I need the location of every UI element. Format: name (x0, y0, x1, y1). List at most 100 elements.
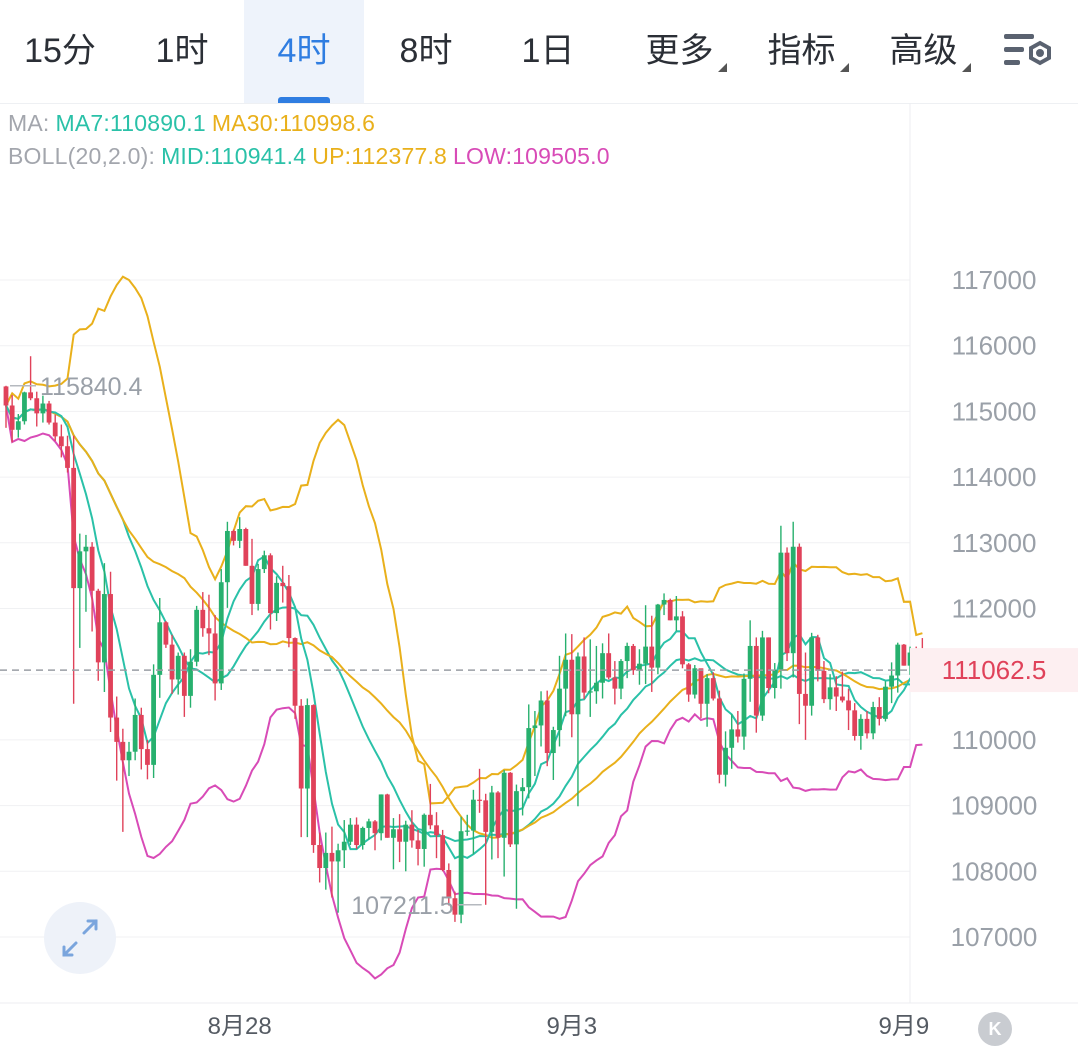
candle-body (261, 555, 267, 570)
candle-body (649, 646, 655, 668)
candle-body (458, 831, 464, 915)
candle-body (723, 747, 728, 775)
candle-body (606, 653, 612, 678)
candle-body (28, 392, 33, 399)
candle-body (526, 728, 532, 788)
candle-body (255, 569, 261, 604)
candle-body (120, 741, 126, 761)
candle-body (440, 835, 446, 870)
candle-body (138, 714, 144, 750)
candle-body (858, 718, 864, 736)
current-price-label: 111062.5 (942, 655, 1047, 685)
candle-body (378, 794, 384, 834)
x-tick-label: 8月28 (208, 1013, 272, 1040)
candle-body (15, 421, 21, 430)
candle-body (132, 714, 138, 752)
candle-body (778, 552, 784, 670)
tab-15m[interactable]: 15分 (0, 0, 120, 103)
candle-body (883, 686, 888, 719)
tab-advanced[interactable]: 高级 (874, 0, 986, 103)
candle-body (323, 852, 329, 869)
candle-body (206, 628, 212, 634)
tab-indicators[interactable]: 指标 (752, 0, 864, 103)
candle-body (710, 678, 716, 699)
candle-body (698, 668, 704, 704)
candle-body (895, 644, 901, 676)
candle-body (341, 841, 347, 851)
y-tick-label: 113000 (952, 528, 1037, 558)
candle-body (304, 705, 310, 789)
tab-more[interactable]: 更多 (630, 0, 742, 103)
tab-8h[interactable]: 8时 (366, 0, 486, 103)
kline-chart[interactable]: 117000 116000 115000 114000 113000 112000 1110… (0, 103, 1078, 1047)
y-tick-label: 107000 (951, 922, 1038, 952)
candle-body (729, 729, 735, 748)
candle-body (796, 546, 802, 694)
candle-body (114, 717, 120, 742)
candle-body (630, 645, 636, 671)
tab-1h[interactable]: 1时 (122, 0, 242, 103)
candle-body (833, 687, 839, 697)
candle-body (348, 824, 353, 842)
candle-body (889, 675, 894, 687)
candle-body (827, 687, 833, 700)
candle-body (753, 645, 759, 716)
tab-indicators-label: 指标 (767, 32, 836, 70)
tab-1d[interactable]: 1日 (488, 0, 608, 103)
candle-body (667, 599, 673, 621)
chart-settings-icon[interactable] (1000, 30, 1056, 74)
candle-body (427, 814, 433, 826)
back-to-latest-icon[interactable]: K (978, 1012, 1012, 1046)
candle-body (766, 637, 771, 688)
timeframe-tabs: 15分 1时 4时 8时 1日 更多 指标 高级 (0, 0, 1078, 104)
dropdown-triangle-icon (839, 63, 849, 72)
candle-body (600, 653, 605, 683)
expand-chart-button[interactable] (44, 902, 116, 974)
candle-body (292, 638, 298, 706)
candle-body (655, 604, 661, 668)
candle-body (384, 794, 390, 838)
candle-body (735, 729, 741, 737)
x-tick-label: 9月9 (879, 1013, 930, 1040)
x-tick-label: 9月3 (546, 1013, 597, 1040)
candle-body (704, 678, 710, 704)
y-tick-label: 116000 (952, 331, 1037, 361)
candle-body (618, 661, 624, 689)
candle-body (594, 682, 599, 692)
candle-body (391, 829, 396, 838)
tab-4h[interactable]: 4时 (244, 0, 364, 103)
candle-body (520, 787, 525, 792)
candle-body (489, 792, 495, 832)
candle-body (876, 707, 882, 719)
candle-body (846, 700, 851, 711)
candle-body (612, 677, 618, 689)
candle-body (231, 530, 236, 541)
candle-body (335, 850, 341, 862)
candle-body (181, 655, 187, 696)
candle-body (46, 403, 52, 423)
candle-body (471, 799, 476, 831)
candle-body (65, 446, 70, 468)
candle-body (151, 674, 156, 765)
y-tick-label: 110000 (952, 725, 1037, 755)
candle-body (268, 555, 273, 614)
candle-body (477, 799, 482, 801)
candle-body (58, 436, 64, 447)
candle-body (126, 751, 132, 761)
candle-body (157, 622, 163, 675)
candle-body (52, 422, 58, 437)
candle-body (409, 824, 415, 841)
candle-body (673, 616, 679, 621)
candle-body (483, 800, 489, 832)
y-tick-label: 109000 (951, 791, 1038, 821)
high-marker-label: 115840.4 (40, 373, 143, 401)
candle-body (311, 705, 316, 846)
candle-body (163, 622, 169, 645)
candle-body (415, 840, 421, 849)
candle-body (22, 392, 27, 422)
candle-body (188, 661, 193, 696)
candle-body (717, 698, 722, 775)
y-tick-label: 114000 (952, 462, 1037, 492)
candle-body (77, 551, 83, 589)
candle-body (538, 700, 544, 726)
